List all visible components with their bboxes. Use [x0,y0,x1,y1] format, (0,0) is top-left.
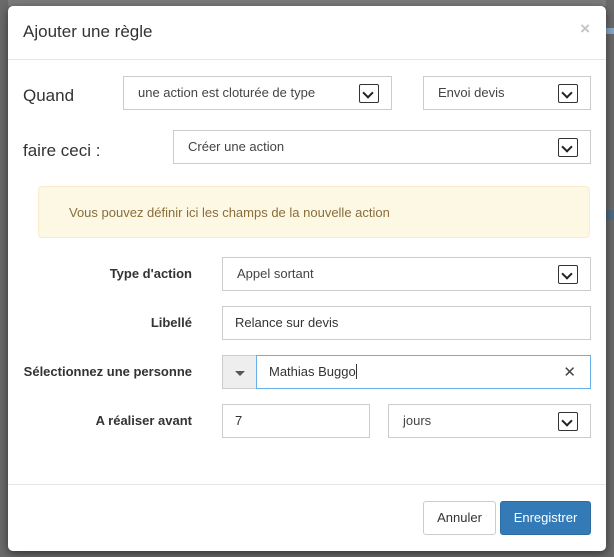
person-input[interactable]: Mathias Buggo ✕ [256,355,591,389]
rule-action-value: Créer une action [188,139,285,154]
info-alert: Vous pouvez définir ici les champs de la… [38,186,590,238]
trigger-select[interactable]: une action est cloturée de type [123,76,392,110]
backdrop-hint [606,28,614,34]
deadline-label: A réaliser avant [95,413,192,428]
add-rule-modal: Ajouter une règle × Quand une action est… [8,6,606,551]
backdrop-hint-2 [606,210,614,220]
backdrop-right [606,0,614,557]
modal-footer: Annuler Enregistrer [8,484,606,551]
modal-title: Ajouter une règle [23,22,153,41]
type-action-select[interactable]: Appel sortant [222,257,591,291]
close-icon[interactable]: × [580,19,590,39]
clear-icon[interactable]: ✕ [563,363,576,381]
action-type-filter-select[interactable]: Envoi devis [423,76,591,110]
save-button[interactable]: Enregistrer [500,501,591,535]
libelle-input[interactable]: Relance sur devis [222,306,591,340]
libelle-label: Libellé [150,315,192,330]
type-action-label: Type d'action [109,266,192,281]
deadline-unit-value: jours [403,413,432,428]
type-action-value: Appel sortant [237,266,314,281]
deadline-unit-select[interactable]: jours [388,404,591,438]
trigger-select-value: une action est cloturée de type [138,85,316,100]
rule-action-select[interactable]: Créer une action [173,130,591,164]
chevron-down-icon [558,84,578,103]
caret-down-icon[interactable] [222,355,256,389]
action-type-filter-value: Envoi devis [438,85,505,100]
chevron-down-icon [558,138,578,157]
person-label: Sélectionnez une personne [23,364,192,379]
alert-text: Vous pouvez définir ici les champs de la… [69,205,390,220]
cancel-button[interactable]: Annuler [423,501,496,535]
do-label: faire ceci : [23,141,101,160]
modal-header: Ajouter une règle × [8,6,606,60]
chevron-down-icon [558,412,578,431]
chevron-down-icon [359,84,379,103]
when-label: Quand [23,86,75,105]
deadline-amount-input[interactable]: 7 [222,404,370,438]
backdrop-left [0,0,8,557]
chevron-down-icon [558,265,578,284]
person-input-value: Mathias Buggo [269,364,356,379]
text-cursor [355,364,357,379]
